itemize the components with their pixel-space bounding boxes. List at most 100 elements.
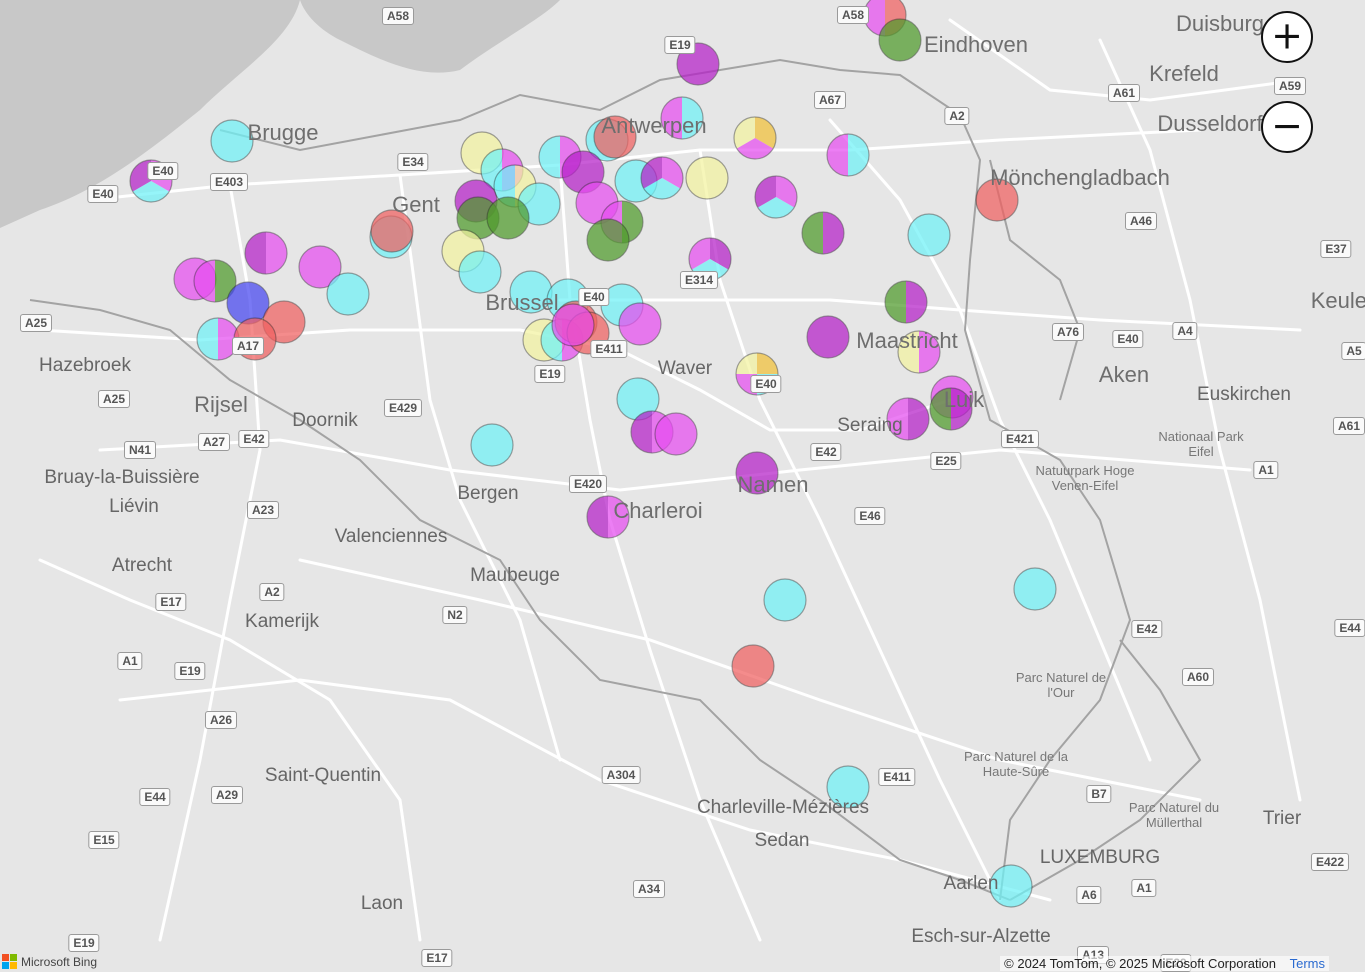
location-marker[interactable] [226, 281, 270, 325]
location-marker[interactable] [731, 644, 775, 688]
road-shield: E314 [679, 271, 719, 289]
road-shield: A27 [197, 433, 231, 451]
road-shield: A46 [1124, 212, 1158, 230]
road-shield: A29 [210, 786, 244, 804]
place-label: Luik [943, 387, 985, 412]
location-marker[interactable] [1013, 567, 1057, 611]
place-label: Namen [737, 472, 809, 497]
location-marker[interactable] [586, 218, 630, 262]
location-marker[interactable] [907, 213, 951, 257]
place-label: Trier [1262, 808, 1302, 829]
place-label: Gent [392, 192, 440, 217]
place-label: Laon [360, 893, 404, 914]
road-shield: N41 [123, 441, 157, 459]
road-shield: E420 [568, 475, 608, 493]
road-shield: E411 [878, 768, 916, 786]
road-shield: A59 [1273, 77, 1307, 95]
place-label: Brussel [485, 290, 559, 315]
place-label: Atrecht [111, 555, 173, 576]
road-shield: E44 [1334, 619, 1365, 637]
road-shield: E19 [664, 36, 696, 54]
location-marker[interactable] [685, 156, 729, 200]
road-shield: E19 [174, 662, 206, 680]
road-shield: A6 [1076, 886, 1102, 904]
road-shield: A25 [19, 314, 53, 332]
terms-link[interactable]: Terms [1290, 956, 1325, 971]
place-label: Charleville-Mézières [696, 797, 870, 818]
road-shield: A2 [259, 583, 285, 601]
location-marker[interactable] [754, 175, 798, 219]
location-marker[interactable] [733, 116, 777, 160]
place-label: Keulen [1310, 288, 1365, 313]
road-shield: E411 [590, 340, 628, 358]
place-label: Maastricht [856, 328, 958, 353]
road-shield: E15 [88, 831, 120, 849]
place-label: Saint-Quentin [264, 765, 382, 786]
road-shield: E42 [810, 443, 842, 461]
road-shield: A1 [1253, 461, 1279, 479]
place-label: Rijsel [194, 392, 248, 417]
location-marker[interactable] [326, 272, 370, 316]
road-shield: E40 [578, 288, 610, 306]
location-marker[interactable] [640, 156, 684, 200]
road-shield: E40 [750, 375, 782, 393]
location-marker[interactable] [470, 423, 514, 467]
place-label: Parc Naturel du Müllerthal [1128, 800, 1220, 830]
zoom-in-button[interactable]: + [1261, 11, 1313, 63]
place-label: Krefeld [1149, 61, 1219, 86]
place-label: Doornik [292, 410, 358, 431]
road-shield: E34 [397, 153, 429, 171]
place-label: Seraing [837, 415, 903, 436]
road-shield: N2 [442, 606, 468, 624]
location-marker[interactable] [458, 250, 502, 294]
location-marker[interactable] [806, 315, 850, 359]
attribution: © 2024 TomTom, © 2025 Microsoft Corporat… [1000, 956, 1329, 971]
place-label: Brugge [247, 120, 319, 145]
location-marker[interactable] [878, 18, 922, 62]
road-shield: E40 [1112, 330, 1144, 348]
road-shield: A2 [944, 107, 970, 125]
attribution-text: © 2024 TomTom, © 2025 Microsoft Corporat… [1004, 956, 1276, 971]
location-marker[interactable] [826, 133, 870, 177]
place-label: Aken [1098, 362, 1150, 387]
road-shield: A17 [231, 337, 265, 355]
road-shield: E17 [155, 593, 187, 611]
location-marker[interactable] [618, 302, 662, 346]
place-label: Nationaal Park Eifel [1158, 429, 1244, 459]
road-shield: A304 [601, 766, 641, 784]
place-label: Aarlen [943, 873, 999, 894]
road-shield: B7 [1086, 785, 1112, 803]
place-label: Duisburg [1175, 11, 1265, 36]
road-shield: A26 [204, 711, 238, 729]
road-shield: A61 [1332, 417, 1365, 435]
location-marker[interactable] [654, 412, 698, 456]
plus-icon: + [1271, 13, 1303, 58]
road-shield: E40 [147, 162, 179, 180]
place-label: Parc Naturel de la Haute-Sûre [963, 749, 1069, 779]
place-label: Waver [657, 358, 713, 379]
zoom-out-button[interactable]: − [1261, 101, 1313, 153]
location-marker[interactable] [763, 578, 807, 622]
place-label: Eindhoven [924, 32, 1028, 57]
place-label: Hazebroek [39, 355, 131, 376]
location-marker[interactable] [801, 211, 845, 255]
location-marker[interactable] [486, 196, 530, 240]
place-label: Liévin [109, 496, 159, 517]
bing-logo: Microsoft Bing [2, 954, 97, 969]
road-shield: E422 [1310, 853, 1350, 871]
location-marker[interactable] [244, 231, 288, 275]
microsoft-logo-icon [2, 954, 17, 969]
road-shield: A1 [1131, 879, 1157, 897]
road-shield: E19 [68, 934, 100, 952]
place-label: Sedan [754, 830, 810, 851]
road-shield: E42 [238, 430, 270, 448]
location-marker[interactable] [884, 280, 928, 324]
place-label: Maubeuge [470, 565, 560, 586]
road-shield: A60 [1181, 668, 1215, 686]
road-shield: A25 [97, 390, 131, 408]
road-shield: A58 [381, 7, 415, 25]
road-shield: E429 [383, 399, 423, 417]
road-shield: E44 [139, 788, 171, 806]
road-shield: E37 [1320, 240, 1352, 258]
road-shield: E46 [854, 507, 886, 525]
